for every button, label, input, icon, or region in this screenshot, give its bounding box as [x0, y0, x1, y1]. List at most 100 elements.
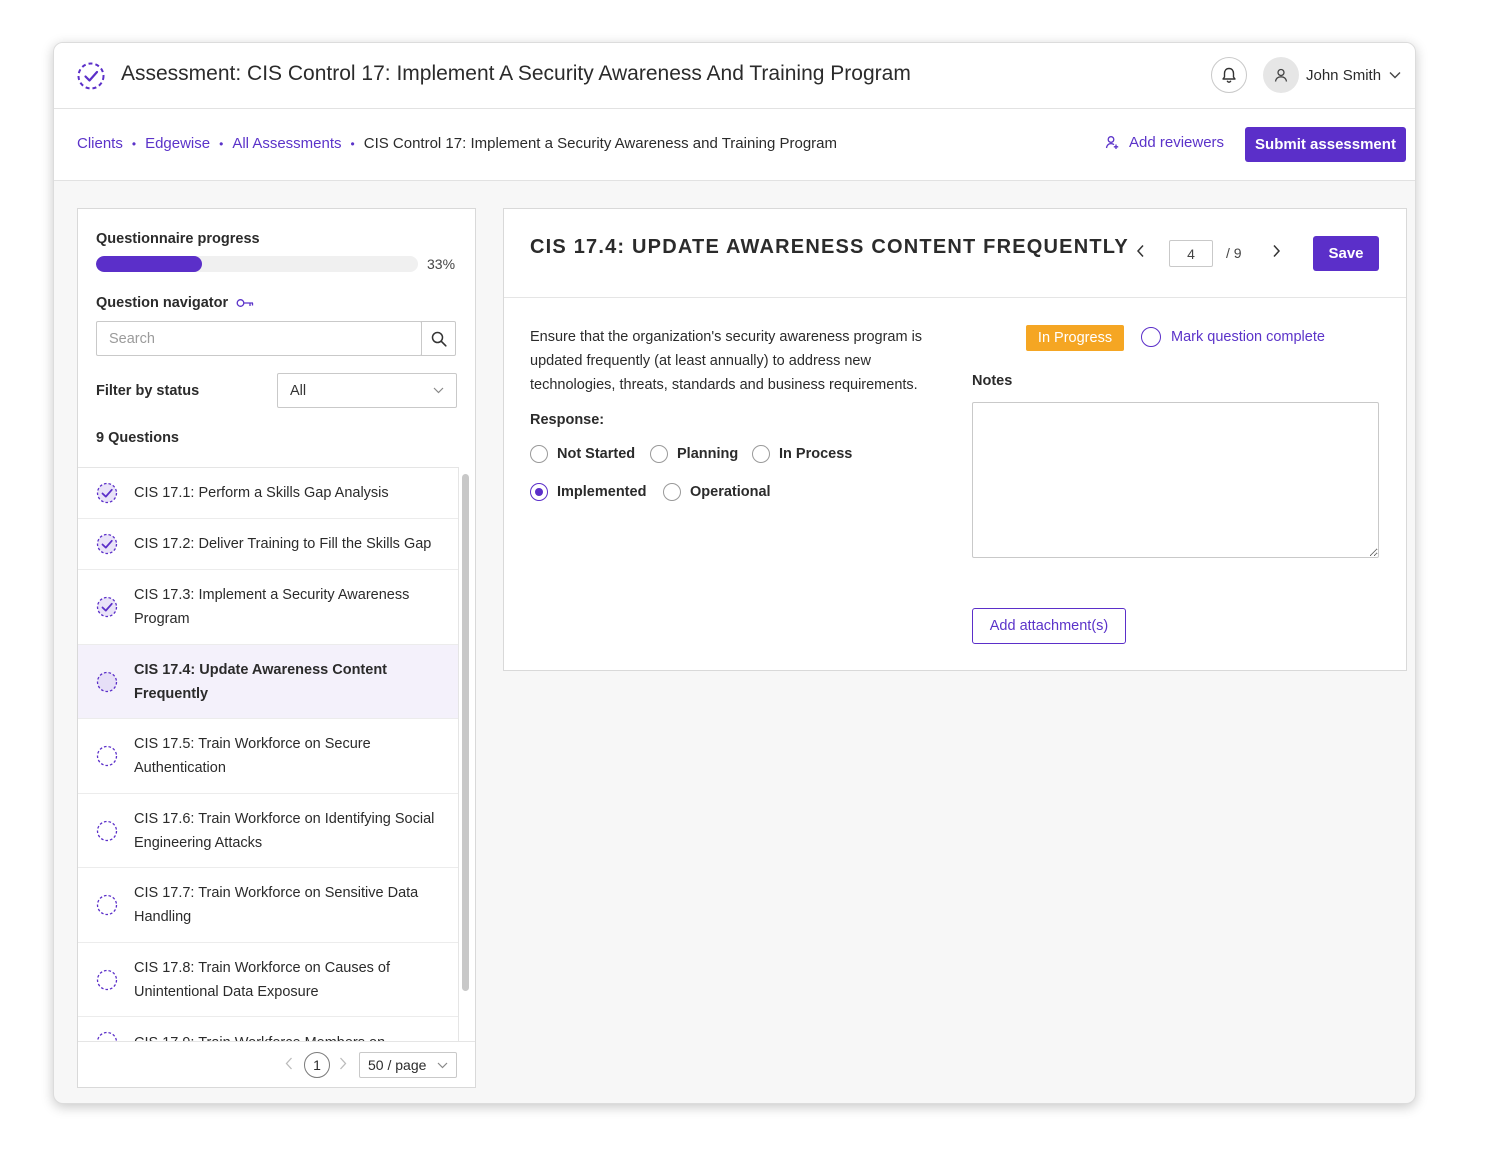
empty-circle-icon — [96, 1031, 118, 1041]
breadcrumb-separator: • — [219, 136, 224, 151]
app-window: Assessment: CIS Control 17: Implement A … — [53, 42, 1416, 1104]
question-index-input[interactable] — [1169, 240, 1213, 267]
question-list-item-label: CIS 17.6: Train Workforce on Identifying… — [134, 810, 435, 851]
breadcrumb-bar: Clients • Edgewise • All Assessments • C… — [54, 109, 1415, 181]
question-total: / 9 — [1226, 245, 1242, 261]
response-option-not-started[interactable]: Not Started — [530, 445, 635, 463]
response-option-implemented[interactable]: Implemented — [530, 483, 646, 501]
response-option-label: Operational — [690, 484, 771, 500]
add-reviewers-button[interactable]: Add reviewers — [1105, 134, 1224, 151]
chevron-right-icon[interactable] — [1272, 244, 1281, 258]
question-description: Ensure that the organization's security … — [530, 329, 923, 393]
question-list-item-label: CIS 17.5: Train Workforce on Secure Auth… — [134, 736, 371, 776]
breadcrumb-link-all-assessments[interactable]: All Assessments — [232, 135, 341, 152]
add-reviewers-label: Add reviewers — [1129, 134, 1225, 151]
response-option-label: In Process — [779, 446, 853, 462]
notifications-button[interactable] — [1211, 57, 1247, 93]
question-list-item-label: CIS 17.8: Train Workforce on Causes of U… — [134, 959, 391, 1000]
submit-assessment-button[interactable]: Submit assessment — [1245, 127, 1406, 162]
user-menu[interactable]: John Smith — [1263, 56, 1401, 94]
question-list-item[interactable]: CIS 17.5: Train Workforce on Secure Auth… — [78, 719, 459, 794]
breadcrumb: Clients • Edgewise • All Assessments • C… — [77, 135, 837, 152]
response-option-label: Not Started — [557, 446, 636, 462]
filter-label: Filter by status — [96, 383, 200, 399]
question-list-item[interactable]: CIS 17.2: Deliver Training to Fill the S… — [78, 519, 459, 570]
progress-label: Questionnaire progress — [96, 231, 260, 247]
logo-icon — [77, 62, 105, 90]
search-button[interactable] — [421, 321, 456, 356]
empty-circle-icon — [96, 894, 118, 916]
breadcrumb-separator: • — [131, 136, 137, 151]
user-icon — [1274, 68, 1288, 82]
question-list-item-label: CIS 17.3: Implement a Security Awareness… — [134, 587, 410, 627]
chevron-down-icon — [437, 1062, 448, 1068]
search-input[interactable] — [96, 321, 422, 356]
chevron-left-icon[interactable] — [285, 1057, 293, 1070]
pagination: 1 50 / page — [78, 1041, 475, 1087]
save-button[interactable]: Save — [1313, 236, 1379, 271]
question-count: 9 Questions — [96, 430, 179, 446]
question-list-item[interactable]: CIS 17.7: Train Workforce on Sensitive D… — [78, 868, 459, 943]
question-list-item-label: CIS 17.4: Update Awareness Content Frequ… — [134, 661, 388, 702]
question-list-item-label: CIS 17.1: Perform a Skills Gap Analysis — [134, 485, 389, 501]
question-list-item[interactable]: CIS 17.8: Train Workforce on Causes of U… — [78, 943, 459, 1017]
question-navigator-panel: Questionnaire progress 33% Question navi… — [77, 208, 476, 1088]
radio-icon — [650, 445, 668, 463]
response-option-in-process[interactable]: In Process — [752, 445, 852, 463]
question-list-item[interactable]: CIS 17.3: Implement a Security Awareness… — [78, 570, 459, 645]
key-icon[interactable] — [236, 298, 254, 308]
chevron-left-icon[interactable] — [1136, 244, 1145, 258]
breadcrumb-link-clients[interactable]: Clients — [77, 135, 123, 152]
chevron-down-icon — [1389, 72, 1401, 79]
mark-complete-toggle[interactable]: Mark question complete — [1141, 327, 1325, 347]
navigator-label: Question navigator — [96, 295, 254, 311]
breadcrumb-separator: • — [350, 136, 355, 151]
question-title: CIS 17.4: UPDATE AWARENESS CONTENT FREQU… — [530, 236, 1129, 258]
add-attachment-button[interactable]: Add attachment(s) — [972, 608, 1126, 644]
notes-label: Notes — [972, 373, 1013, 389]
check-circle-icon — [96, 533, 118, 555]
scrollbar[interactable] — [462, 474, 469, 991]
question-list-item-label: CIS 17.7: Train Workforce on Sensitive D… — [134, 885, 419, 925]
user-name: John Smith — [1306, 66, 1382, 84]
in-progress-circle-icon — [96, 671, 118, 692]
empty-circle-icon — [96, 745, 118, 767]
notes-textarea[interactable] — [972, 402, 1379, 558]
radio-selected-icon — [530, 483, 548, 501]
page-size-select[interactable]: 50 / page — [359, 1052, 457, 1078]
circle-icon — [1141, 327, 1161, 347]
check-circle-icon — [96, 596, 118, 618]
avatar — [1263, 57, 1299, 93]
empty-circle-icon — [96, 969, 118, 990]
question-list-item[interactable]: CIS 17.9: Train Workforce Members on — [78, 1017, 459, 1041]
question-list-item-label: CIS 17.2: Deliver Training to Fill the S… — [134, 536, 432, 552]
page-title: Assessment: CIS Control 17: Implement A … — [121, 62, 911, 85]
breadcrumb-current: CIS Control 17: Implement a Security Awa… — [363, 135, 838, 152]
response-option-operational[interactable]: Operational — [663, 483, 771, 501]
page-size-value: 50 / page — [368, 1057, 427, 1073]
page-number-button[interactable]: 1 — [304, 1052, 330, 1078]
response-option-planning[interactable]: Planning — [650, 445, 738, 463]
radio-icon — [752, 445, 770, 463]
question-card-header: CIS 17.4: UPDATE AWARENESS CONTENT FREQU… — [504, 209, 1406, 298]
status-filter-value: All — [290, 382, 307, 399]
progress-percent: 33% — [427, 256, 456, 272]
status-filter-select[interactable]: All — [277, 373, 457, 408]
bell-icon — [1222, 67, 1236, 83]
question-list-item[interactable]: CIS 17.6: Train Workforce on Identifying… — [78, 794, 459, 868]
status-badge: In Progress — [1026, 325, 1124, 351]
radio-icon — [663, 483, 681, 501]
navigator-label-text: Question navigator — [96, 295, 229, 311]
search-icon — [431, 331, 447, 347]
question-list-item[interactable]: CIS 17.1: Perform a Skills Gap Analysis — [78, 468, 459, 519]
question-list-item[interactable]: CIS 17.4: Update Awareness Content Frequ… — [78, 645, 459, 719]
radio-icon — [530, 445, 548, 463]
mark-complete-label: Mark question complete — [1171, 329, 1325, 345]
app-header: Assessment: CIS Control 17: Implement A … — [54, 43, 1415, 109]
progress-bar — [96, 256, 418, 272]
question-list-item-label: CIS 17.9: Train Workforce Members on — [134, 1031, 385, 1041]
chevron-right-icon[interactable] — [339, 1057, 347, 1070]
breadcrumb-link-edgewise[interactable]: Edgewise — [145, 135, 210, 152]
add-user-icon — [1105, 136, 1119, 149]
divider — [458, 467, 459, 1041]
